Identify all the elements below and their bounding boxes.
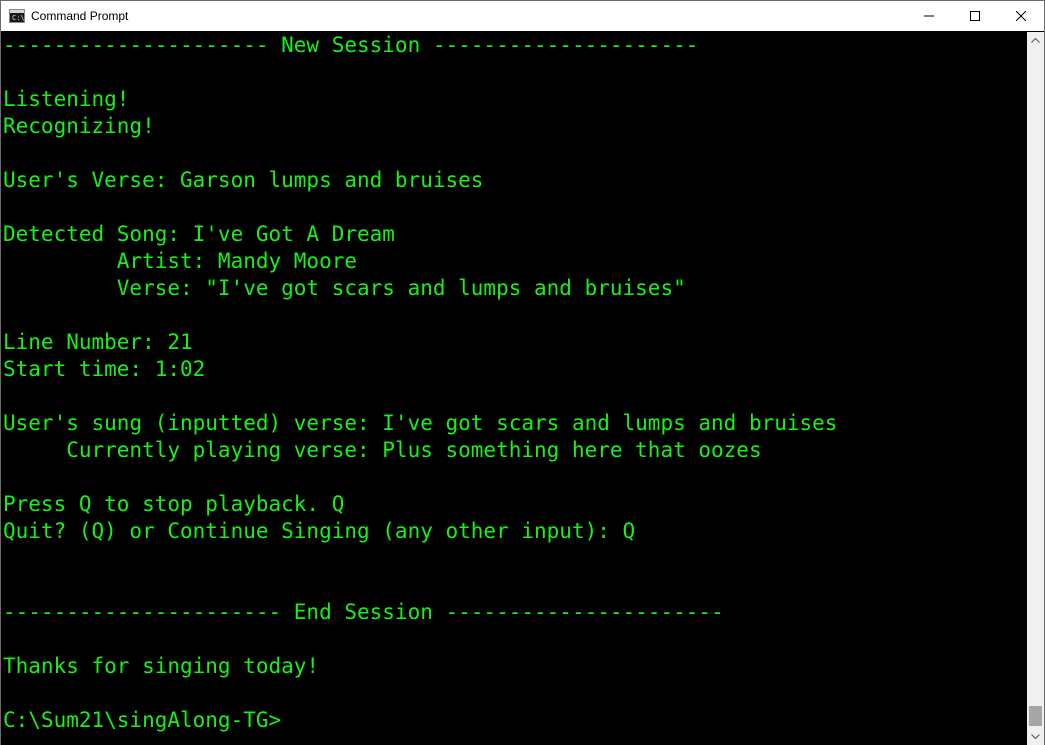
command-prompt-window: C:\. Command Prompt --------------------… <box>0 0 1045 745</box>
console-line: Recognizing! <box>3 114 155 138</box>
console-line: Detected Song: I've Got A Dream <box>3 222 395 246</box>
console-line: Line Number: 21 <box>3 330 193 354</box>
console-line: ---------------------- End Session -----… <box>3 600 724 624</box>
icon-label: C:\. <box>12 14 29 22</box>
minimize-icon <box>924 15 934 17</box>
console-line: User's Verse: Garson lumps and bruises <box>3 168 484 192</box>
scrollbar-thumb[interactable] <box>1029 706 1042 726</box>
maximize-icon <box>970 11 980 21</box>
console-line: User's sung (inputted) verse: I've got s… <box>3 411 838 435</box>
chevron-up-icon <box>1031 38 1040 43</box>
close-icon <box>1016 11 1026 21</box>
console-line: Listening! <box>3 87 130 111</box>
console-output[interactable]: --------------------- New Session ------… <box>1 32 1027 745</box>
chevron-down-icon <box>1031 734 1040 739</box>
console-line: Quit? (Q) or Continue Singing (any other… <box>3 519 636 543</box>
minimize-button[interactable] <box>906 1 952 31</box>
command-prompt-line[interactable]: C:\Sum21\singAlong-TG> <box>1 707 1027 734</box>
scroll-up-button[interactable] <box>1027 32 1044 49</box>
console-line: Artist: Mandy Moore <box>3 249 358 273</box>
title-bar[interactable]: C:\. Command Prompt <box>1 1 1044 31</box>
close-button[interactable] <box>998 1 1044 31</box>
maximize-button[interactable] <box>952 1 998 31</box>
window-controls <box>906 1 1044 31</box>
console-line: Press Q to stop playback. Q <box>3 492 345 516</box>
console-line: Start time: 1:02 <box>3 357 206 381</box>
vertical-scrollbar[interactable] <box>1027 32 1044 745</box>
command-prompt-icon[interactable]: C:\. <box>9 9 29 23</box>
console-line: Verse: "I've got scars and lumps and bru… <box>3 276 686 300</box>
scroll-down-button[interactable] <box>1027 728 1044 745</box>
console-line: Currently playing verse: Plus something … <box>3 438 762 462</box>
window-title: Command Prompt <box>31 9 129 23</box>
console-line: --------------------- New Session ------… <box>3 33 699 57</box>
console-line: Thanks for singing today! <box>3 654 320 678</box>
